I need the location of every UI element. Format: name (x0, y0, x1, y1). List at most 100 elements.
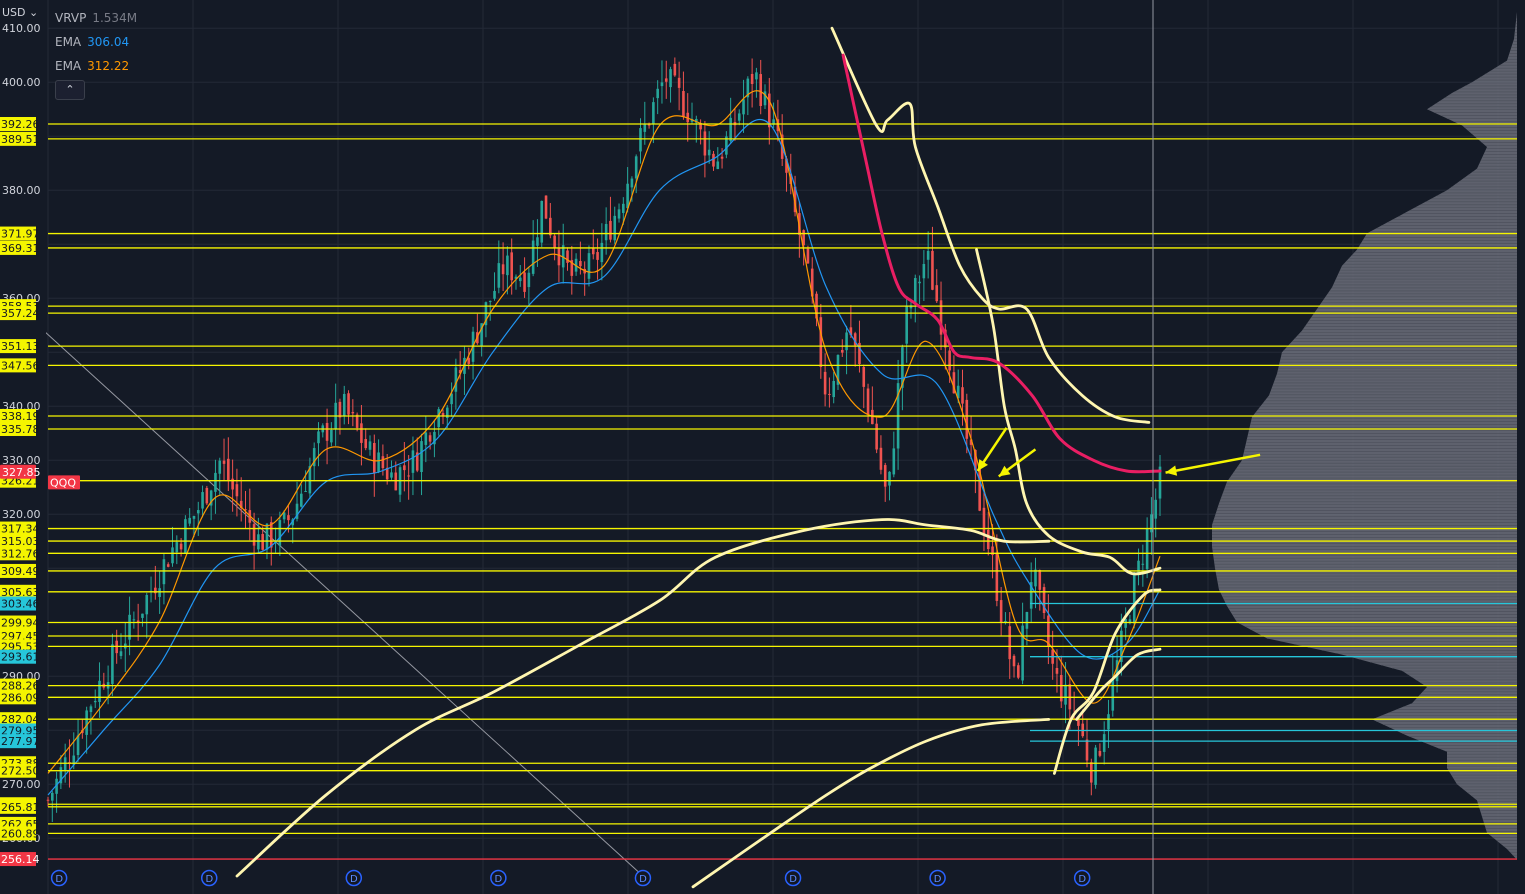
candle-body (866, 388, 870, 415)
legend-ema-fast[interactable]: EMA 306.04 (55, 35, 129, 49)
candle-body (1055, 667, 1059, 674)
axis-tick-label: 400.00 (2, 76, 41, 89)
candle-body (643, 123, 647, 132)
candle-body (63, 757, 67, 771)
candle-body (351, 411, 355, 414)
candle-body (1038, 569, 1042, 590)
candle-body (913, 278, 917, 305)
candle-body (46, 799, 50, 801)
dividend-markers[interactable]: DDDDDDDD (50, 869, 1091, 887)
candle-body (390, 472, 393, 478)
candle-body (549, 217, 552, 236)
axis-tick-label: 380.00 (2, 184, 41, 197)
candle-body (493, 290, 496, 299)
candle-body (158, 588, 161, 597)
candle-body (76, 735, 80, 755)
candle-body (557, 247, 561, 266)
candle-body (373, 442, 376, 474)
candle-body (93, 700, 97, 703)
candle-body (50, 792, 54, 801)
candle-body (411, 450, 415, 473)
candle-body (918, 281, 921, 284)
candle-body (171, 547, 174, 564)
level-tag-label: 357.24 (1, 307, 40, 320)
candle-body (591, 247, 595, 255)
candle-body (394, 472, 398, 491)
candle-body (935, 285, 939, 302)
candle-body (304, 491, 307, 493)
candle-body (1034, 569, 1037, 587)
candle-body (716, 161, 720, 170)
diagonal-trendline-line[interactable] (25, 314, 644, 877)
candle-body (862, 367, 866, 387)
arrow-head[interactable] (998, 465, 1011, 477)
freehand-path[interactable] (1075, 647, 1162, 721)
candle-body (205, 487, 209, 504)
arrow-head[interactable] (1165, 465, 1178, 476)
candle-body (214, 472, 217, 492)
candle-body (613, 215, 617, 241)
candle-body (364, 438, 368, 449)
candle-body (300, 493, 303, 507)
candle-body (1098, 750, 1102, 756)
currency-selector[interactable]: USD ⌄ (2, 6, 38, 19)
chart-stage[interactable]: 410.00 400.00 380.00 360.00 340.00 330.00 320.… (0, 0, 1525, 894)
candle-body (518, 277, 522, 282)
level-tag-label: 309.49 (1, 565, 40, 578)
candle-body (437, 409, 441, 428)
arrow-head[interactable] (977, 459, 988, 471)
dividend-marker-letter: D (350, 874, 358, 885)
candle-body (141, 613, 144, 618)
level-tag-label: 389.51 (1, 133, 40, 146)
candle-body (1012, 655, 1016, 667)
candle-body (729, 117, 732, 141)
candle-body (317, 431, 320, 444)
candle-body (742, 99, 745, 115)
candle-body (682, 91, 685, 117)
freehand-path[interactable] (691, 718, 1051, 889)
candle-body (922, 263, 926, 279)
legend-ema-slow-name: EMA (55, 59, 82, 73)
legend-ema-slow[interactable]: EMA 312.22 (55, 59, 129, 73)
diagonal-trendline[interactable] (25, 314, 644, 877)
candle-body (510, 252, 513, 281)
candle-body (626, 183, 629, 209)
axis-tick-label: 320.00 (2, 508, 41, 521)
legend-vrvp[interactable]: VRVP 1.534M (55, 11, 137, 25)
candle-body (1064, 684, 1067, 705)
candle-body (664, 78, 668, 82)
candle-body (278, 520, 282, 546)
candle-body (338, 401, 342, 418)
candle-body (501, 264, 505, 275)
ema-fast-line (47, 90, 1161, 774)
candle-body (145, 595, 149, 615)
candle-body (883, 465, 887, 487)
level-tag-label: 369.31 (1, 242, 40, 255)
level-tag-label: 392.26 (1, 118, 40, 131)
candle-body (269, 522, 273, 548)
candle-body (639, 128, 642, 152)
price-axis[interactable]: 410.00400.00380.00360.00340.00330.00320.… (0, 0, 80, 894)
collapse-legend-button[interactable]: ⌃ (55, 80, 85, 100)
candle-body (905, 305, 908, 344)
candle-body (184, 519, 187, 554)
candle-body (1111, 678, 1115, 711)
dividend-marker-letter: D (205, 874, 213, 885)
candle-body (360, 423, 363, 443)
candle-body (622, 203, 625, 213)
candle-body (673, 63, 677, 76)
candle-body (89, 706, 93, 713)
candle-body (617, 209, 621, 219)
price-tag-label: QQQ (50, 476, 76, 489)
candle-body (720, 156, 724, 159)
candle-body (179, 543, 183, 550)
candle-body (965, 399, 969, 439)
candle-body (1025, 611, 1029, 629)
candle-body (875, 423, 878, 450)
candle-body (712, 153, 715, 167)
level-tag-label: 265.81 (1, 801, 40, 814)
candle-body (523, 272, 526, 292)
candle-body (986, 529, 990, 550)
level-tag-label: 315.03 (1, 535, 40, 548)
price-chart[interactable]: 410.00400.00380.00360.00340.00330.00320.… (0, 0, 1525, 894)
